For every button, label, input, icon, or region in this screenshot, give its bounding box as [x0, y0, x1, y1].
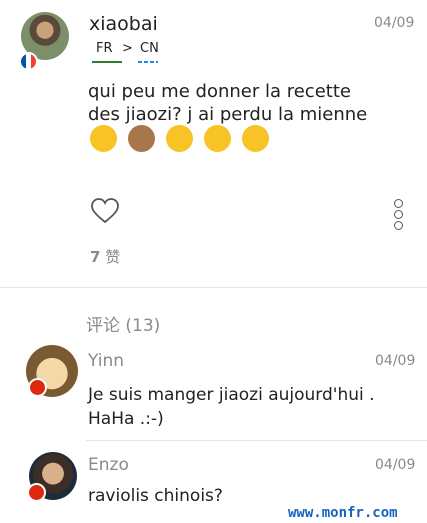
persevering-face-emoji — [90, 125, 117, 152]
post-date: 04/09 — [374, 15, 415, 31]
see-no-evil-monkey-emoji — [128, 125, 156, 152]
comment-text-line: Je suis manger jiaozi aujourd'hui . — [88, 385, 375, 405]
lang-to: CN — [140, 41, 159, 56]
like-heart-icon[interactable] — [91, 198, 119, 224]
crying-face-emoji — [204, 125, 232, 152]
likes-count-number: 7 — [90, 248, 101, 266]
emoji-row — [90, 125, 275, 152]
post-text: qui peu me donner la recette des jiaozi?… — [88, 81, 368, 125]
lang-from-underline — [92, 61, 122, 63]
likes-count[interactable]: 7 赞 — [90, 246, 120, 267]
comment-text-line: HaHa .:-) — [88, 409, 164, 429]
comment-text: Je suis manger jiaozi aujourd'hui . HaHa… — [88, 383, 375, 431]
post-divider — [0, 287, 427, 288]
china-flag-icon — [28, 378, 47, 397]
comments-label: 评论 — [86, 316, 120, 336]
language-pair: FR > CN — [92, 41, 172, 65]
lang-from: FR — [96, 41, 113, 56]
watermark: www.monfr.com — [288, 505, 398, 521]
comment-username[interactable]: Yinn — [88, 351, 124, 371]
comments-header: 评论 (13) — [86, 311, 160, 336]
likes-label: 赞 — [105, 248, 121, 266]
comments-count: (13) — [125, 316, 161, 336]
china-flag-icon — [27, 483, 46, 502]
comment-date: 04/09 — [375, 457, 416, 473]
more-options-icon[interactable] — [394, 197, 403, 232]
lang-to-underline — [138, 61, 158, 63]
author-username[interactable]: xiaobai — [89, 13, 158, 35]
comment-text: raviolis chinois? — [88, 486, 223, 506]
flushed-face-emoji — [166, 125, 194, 152]
chevron-right-icon: > — [122, 41, 133, 56]
comment-username[interactable]: Enzo — [88, 455, 129, 475]
france-flag-icon — [19, 52, 38, 71]
comment-date: 04/09 — [375, 353, 416, 369]
comment-divider — [86, 440, 427, 441]
disappointed-face-emoji — [242, 125, 270, 152]
